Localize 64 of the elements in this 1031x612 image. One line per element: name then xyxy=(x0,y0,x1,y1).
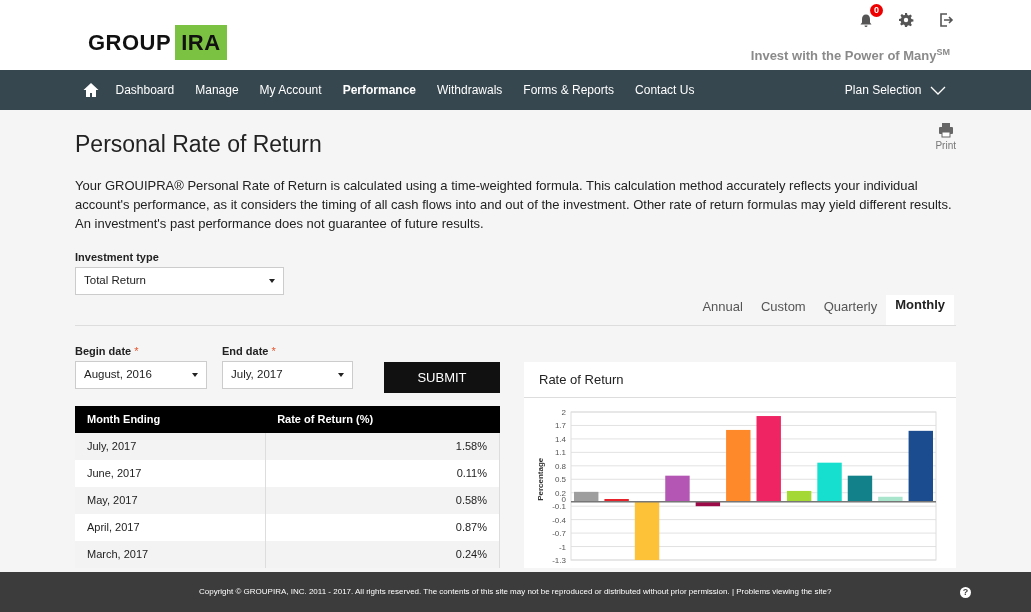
table-cell: May, 2017 xyxy=(75,487,266,515)
investment-type-select[interactable]: Total Return xyxy=(75,267,284,296)
field-label: Investment type xyxy=(75,249,160,265)
field-label: End date * xyxy=(222,343,277,359)
table-cell: April, 2017 xyxy=(75,514,266,542)
print-button[interactable]: Print xyxy=(935,122,956,153)
y-tick-label: 2 xyxy=(561,408,566,418)
y-tick-label: 0.8 xyxy=(554,461,566,471)
table-cell: 0.11% xyxy=(265,460,500,488)
period-tab[interactable]: Monthly xyxy=(886,295,954,325)
logout-icon[interactable] xyxy=(938,11,954,28)
settings-icon[interactable] xyxy=(898,11,914,28)
notification-badge: 0 xyxy=(870,4,883,17)
chevron-down-icon xyxy=(929,85,946,95)
plan-selection-dropdown[interactable]: Plan Selection xyxy=(834,81,956,99)
tagline: Invest with the Power of Many$^{SM}$ xyxy=(750,46,950,65)
intro-paragraph: Your GROUIPRA® Personal Rate of Return is calculated using a time-weighted formula. This calculation method accurately reflects your individual account's performance, as it considers the timing of all cash flows into and out of the investment. Other rate of return formulas may yield different results. An investment's past performance does not guarantee of future results. xyxy=(75,176,953,233)
required-mark: * xyxy=(134,344,139,357)
logo[interactable]: GROUP IRA xyxy=(88,20,227,65)
nav-link[interactable]: Performance xyxy=(332,81,427,99)
table-cell: 1.58% xyxy=(265,433,500,461)
home-icon[interactable] xyxy=(83,82,99,98)
footer-text: Copyright © GROUPIRA, INC. 2011 - 2017. All rights reserved. The contents of this site may not be reproduced or distributed without prior permission. | Problems viewing the site? xyxy=(199,586,832,598)
period-tab[interactable]: Custom xyxy=(751,295,815,325)
y-tick-label: 1.1 xyxy=(554,448,566,458)
table-cell: June, 2017 xyxy=(75,460,266,488)
y-axis-label: Percentage xyxy=(536,457,545,501)
caret-icon xyxy=(338,373,344,378)
field-label: Begin date * xyxy=(75,343,140,359)
nav-link[interactable]: Withdrawals xyxy=(426,81,513,99)
bell-icon[interactable] xyxy=(858,12,874,29)
chart-title: Rate of Return xyxy=(524,361,956,399)
nav-link[interactable]: Forms & Reports xyxy=(512,81,625,99)
period-tab[interactable]: Annual xyxy=(693,295,752,325)
printer-icon xyxy=(937,122,954,138)
required-mark: * xyxy=(271,344,276,357)
nav-link[interactable]: My Account xyxy=(249,81,333,99)
begin-date-select[interactable]: August, 2016 xyxy=(75,361,207,390)
nav-link[interactable]: Manage xyxy=(184,81,250,99)
y-tick-label: 0.2 xyxy=(554,488,566,498)
end-date-select[interactable]: July, 2017 xyxy=(222,361,353,390)
help-icon[interactable]: ? xyxy=(960,586,971,598)
caret-icon xyxy=(192,373,198,378)
submit-button[interactable]: SUBMIT xyxy=(384,362,500,394)
nav-link[interactable]: Dashboard xyxy=(105,81,185,99)
period-tab[interactable]: Quarterly xyxy=(814,295,887,325)
y-tick-label: -0.7 xyxy=(552,529,566,539)
table-cell: 0.58% xyxy=(265,487,500,515)
column-header: Month Ending xyxy=(75,406,266,434)
caret-icon xyxy=(269,279,275,284)
y-tick-label: -1.3 xyxy=(552,556,566,566)
table-cell: March, 2017 xyxy=(75,541,266,569)
nav-link[interactable]: Contact Us xyxy=(624,81,705,99)
table-cell: 0.24% xyxy=(265,541,500,569)
y-tick-label: 1.4 xyxy=(554,435,566,444)
table-cell: July, 2017 xyxy=(75,433,266,461)
table-cell: 0.87% xyxy=(265,514,500,542)
column-header: Rate of Return (%) xyxy=(265,406,500,434)
y-tick-label: -0.1 xyxy=(552,502,566,512)
page-title: Personal Rate of Return xyxy=(75,131,322,159)
y-tick-label: 1.7 xyxy=(554,421,566,431)
y-tick-label: 0.5 xyxy=(554,475,566,485)
y-tick-label: -0.4 xyxy=(552,515,566,525)
y-tick-label: -1 xyxy=(558,542,566,552)
